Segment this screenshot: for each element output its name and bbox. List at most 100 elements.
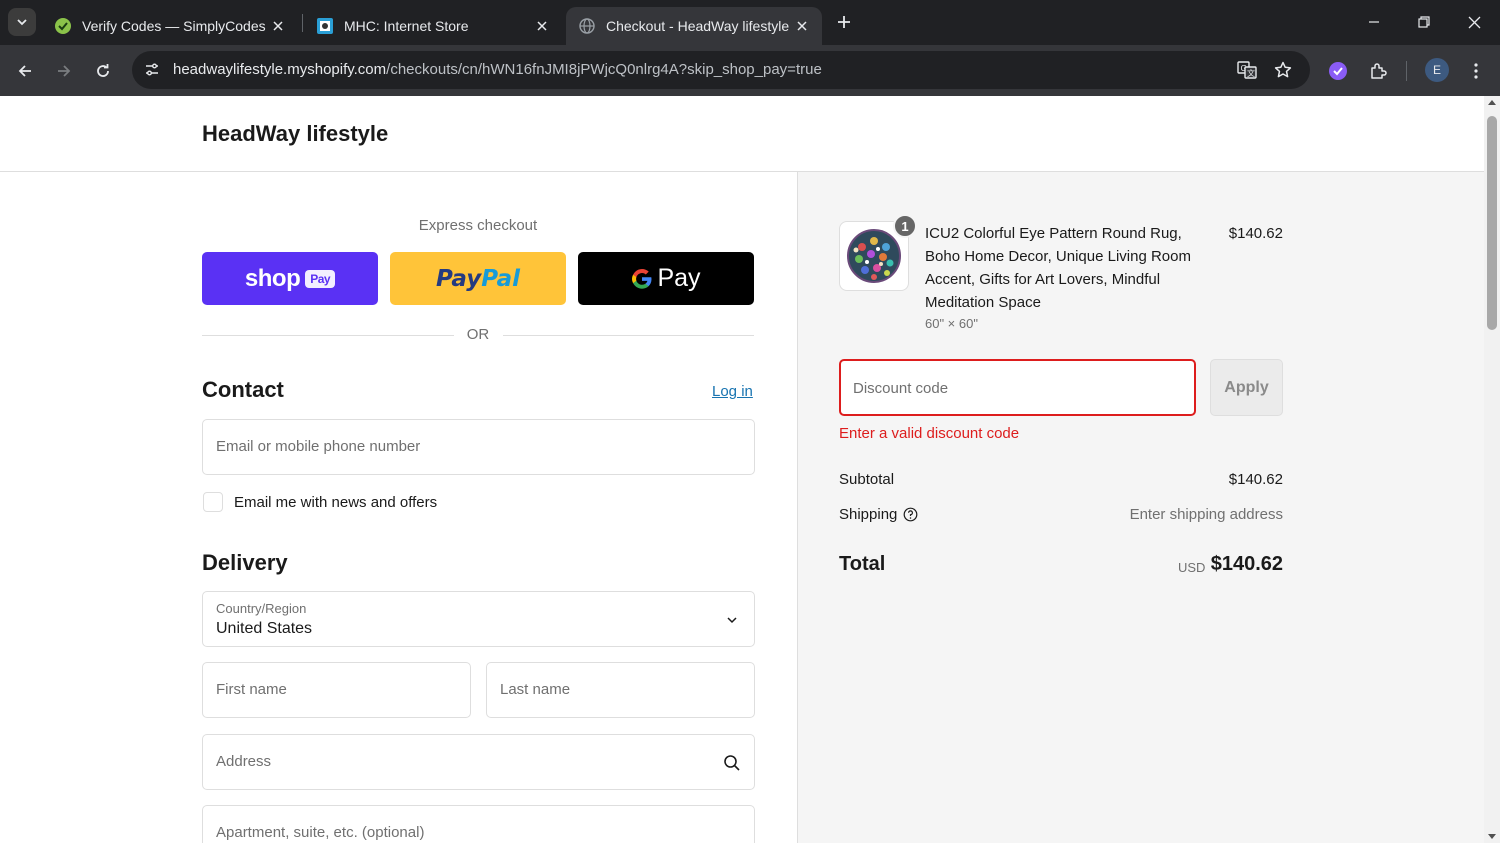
close-tab-icon[interactable]: [268, 16, 288, 36]
more-vertical-icon: [1474, 63, 1478, 79]
tab-title: Verify Codes — SimplyCodes: [82, 18, 266, 34]
scroll-down-arrow-icon[interactable]: [1488, 834, 1496, 839]
bookmark-star-icon[interactable]: [1272, 59, 1294, 81]
simplycodes-icon: [54, 17, 72, 35]
address-bar[interactable]: headwaylifestyle.myshopify.com/checkouts…: [132, 51, 1310, 89]
tab-mhc[interactable]: MHC: Internet Store: [304, 7, 562, 45]
close-tab-icon[interactable]: [532, 16, 552, 36]
extensions-menu-button[interactable]: [1364, 57, 1392, 85]
store-name[interactable]: HeadWay lifestyle: [202, 121, 388, 147]
newsletter-checkbox[interactable]: [203, 492, 223, 512]
email-field[interactable]: Email or mobile phone number: [202, 419, 755, 475]
search-icon[interactable]: [722, 753, 742, 773]
total-label: Total: [839, 553, 886, 575]
google-pay-word: Pay: [657, 264, 701, 292]
last-name-field[interactable]: Last name: [486, 662, 755, 718]
back-button[interactable]: [11, 57, 39, 85]
scroll-up-arrow-icon[interactable]: [1488, 100, 1496, 105]
subtotal-label-text: Subtotal: [839, 471, 895, 488]
page-scrollbar[interactable]: [1484, 96, 1500, 843]
url-path: /checkouts/cn/hWN16fnJMI8jPWjcQ0nlrg4A?s…: [386, 61, 822, 78]
tab-divider: [302, 14, 303, 32]
toolbar-divider: [1406, 61, 1407, 81]
email-placeholder: Email or mobile phone number: [216, 438, 421, 455]
paypal-logo-part2: Pal: [481, 265, 520, 292]
chevron-down-icon: [17, 19, 27, 26]
chevron-down-icon: [722, 610, 742, 630]
minimize-icon: [1369, 21, 1379, 23]
or-divider: OR: [202, 325, 754, 345]
new-tab-button[interactable]: [832, 10, 856, 34]
url-text[interactable]: headwaylifestyle.myshopify.com/checkouts…: [173, 61, 822, 78]
help-circle-icon[interactable]: [903, 507, 918, 522]
discount-placeholder: Discount code: [853, 380, 949, 397]
restore-icon: [1418, 16, 1430, 28]
discount-error-message: Enter a valid discount code: [839, 425, 1020, 442]
shipping-label-text: Shipping: [839, 506, 898, 523]
plus-icon: [838, 16, 850, 28]
country-select[interactable]: Country/Region United States: [202, 591, 755, 647]
quantity-badge: 1: [893, 214, 917, 238]
close-window-button[interactable]: [1462, 10, 1486, 34]
close-icon: [1468, 16, 1480, 28]
total-value: $140.62: [1210, 553, 1283, 575]
google-pay-button[interactable]: Pay: [578, 252, 754, 305]
puzzle-icon: [1371, 63, 1387, 79]
paypal-button[interactable]: PayPal: [390, 252, 566, 305]
tab-simplycodes[interactable]: Verify Codes — SimplyCodes: [42, 7, 298, 45]
tab-title: MHC: Internet Store: [344, 18, 469, 34]
tab-search-button[interactable]: [8, 8, 36, 36]
first-name-field[interactable]: First name: [202, 662, 471, 718]
newsletter-label[interactable]: Email me with news and offers: [234, 494, 437, 511]
translate-icon[interactable]: G文: [1236, 59, 1258, 81]
rug-image: [847, 229, 901, 283]
contact-heading: Contact: [202, 377, 284, 402]
subtotal-label: Subtotal: [839, 471, 894, 488]
extension-logo-icon: [1329, 62, 1347, 80]
browser-toolbar: headwaylifestyle.myshopify.com/checkouts…: [0, 45, 1500, 96]
paypal-logo-part1: Pay: [436, 265, 482, 292]
apply-discount-button[interactable]: Apply: [1210, 359, 1283, 416]
subtotal-value: $140.62: [1228, 471, 1283, 488]
product-price: $140.62: [1228, 225, 1283, 242]
login-link[interactable]: Log in: [712, 383, 753, 400]
reload-button[interactable]: [89, 57, 117, 85]
shop-pay-button[interactable]: shop Pay: [202, 252, 378, 305]
shipping-label: Shipping: [839, 506, 918, 523]
minimize-button[interactable]: [1362, 10, 1386, 34]
address-placeholder: Address: [216, 753, 272, 770]
tab-title: Checkout - HeadWay lifestyle: [606, 18, 790, 34]
svg-text:文: 文: [1247, 68, 1255, 78]
or-label: OR: [466, 326, 490, 343]
page-viewport: HeadWay lifestyle Express checkout shop …: [0, 96, 1484, 843]
country-value: United States: [216, 620, 313, 637]
close-tab-icon[interactable]: [792, 16, 812, 36]
product-name: ICU2 Colorful Eye Pattern Round Rug, Boh…: [925, 225, 1191, 311]
address-field[interactable]: Address: [202, 734, 755, 790]
arrow-left-icon: [18, 65, 31, 77]
restore-button[interactable]: [1412, 10, 1436, 34]
arrow-right-icon: [58, 65, 71, 77]
profile-avatar[interactable]: E: [1425, 58, 1449, 82]
country-label: Country/Region: [216, 601, 307, 616]
discount-code-field[interactable]: Discount code: [839, 359, 1196, 416]
tab-checkout[interactable]: Checkout - HeadWay lifestyle: [566, 7, 822, 45]
forward-button[interactable]: [50, 57, 78, 85]
delivery-heading: Delivery: [202, 550, 288, 575]
shop-pay-word: shop: [244, 264, 301, 292]
store-header: HeadWay lifestyle: [0, 96, 1484, 172]
apartment-field[interactable]: Apartment, suite, etc. (optional): [202, 805, 755, 843]
express-checkout-label: Express checkout: [418, 217, 538, 234]
total-currency: USD: [1178, 560, 1206, 575]
first-name-placeholder: First name: [216, 681, 287, 698]
reload-icon: [97, 64, 109, 77]
google-pay-logo: Pay: [631, 264, 701, 293]
browser-menu-button[interactable]: [1462, 57, 1490, 85]
mhc-icon: [316, 17, 334, 35]
shop-pay-logo: shop Pay: [244, 264, 336, 293]
tab-strip: Verify Codes — SimplyCodes MHC: Internet…: [0, 0, 1500, 45]
site-info-icon[interactable]: [140, 58, 164, 82]
last-name-placeholder: Last name: [500, 681, 571, 698]
extension-button[interactable]: [1324, 57, 1352, 85]
scrollbar-thumb[interactable]: [1487, 116, 1497, 330]
